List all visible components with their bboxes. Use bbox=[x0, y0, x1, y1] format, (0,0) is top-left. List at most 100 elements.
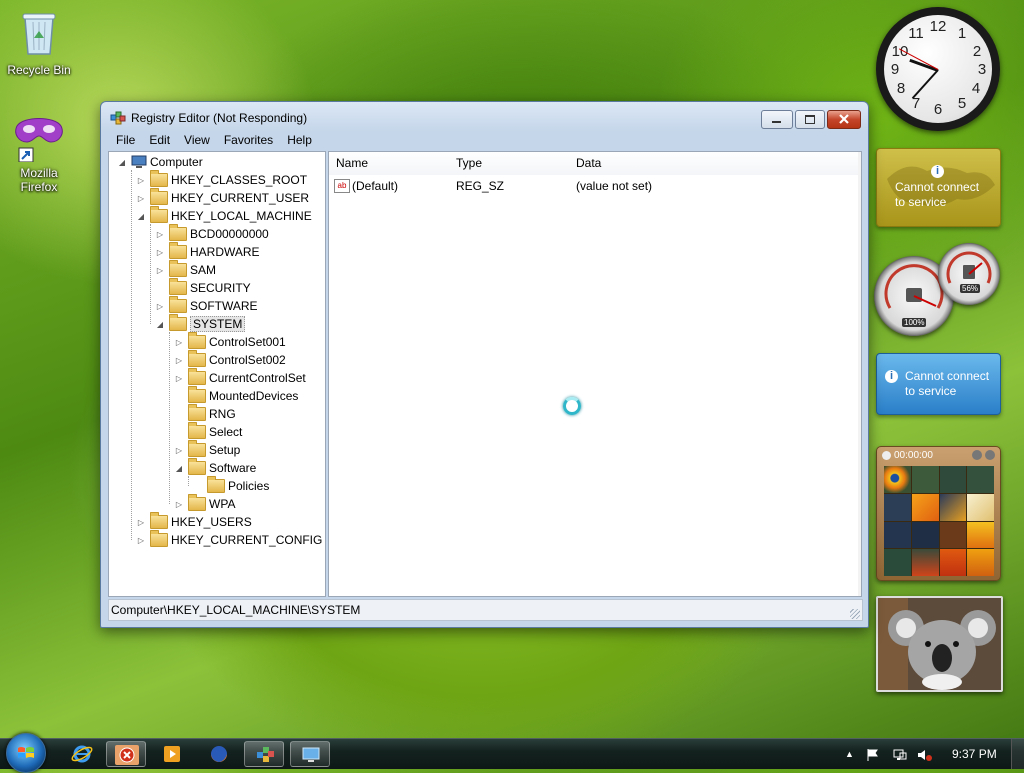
taskbar-registry-editor-button[interactable] bbox=[244, 741, 284, 767]
tree-node-hkey-current-config[interactable]: ▷ HKEY_CURRENT_CONFIG bbox=[136, 530, 322, 549]
column-header-type[interactable]: Type bbox=[449, 152, 570, 175]
puzzle-tile[interactable] bbox=[939, 521, 967, 549]
expander-icon[interactable]: ▷ bbox=[174, 356, 184, 365]
tree-node-bcd[interactable]: ▷ BCD00000000 bbox=[155, 224, 269, 243]
puzzle-tile[interactable] bbox=[939, 493, 967, 521]
show-hidden-icons-button[interactable]: ▲ bbox=[845, 739, 854, 769]
column-header-name[interactable]: Name bbox=[329, 152, 450, 175]
puzzle-tile[interactable] bbox=[967, 493, 994, 521]
clock-number: 1 bbox=[957, 25, 967, 42]
tree-node-hkey-users[interactable]: ▷ HKEY_USERS bbox=[136, 512, 252, 531]
puzzle-tile[interactable] bbox=[911, 521, 939, 549]
puzzle-tile[interactable] bbox=[967, 466, 994, 493]
action-center-flag-icon[interactable] bbox=[866, 739, 880, 769]
feed-headlines-gadget[interactable]: i Cannot connect to service bbox=[876, 148, 1001, 227]
desktop-icon-firefox[interactable]: Mozilla Firefox bbox=[4, 112, 74, 194]
puzzle-tile[interactable] bbox=[884, 466, 911, 493]
tree-node-security[interactable]: SECURITY bbox=[155, 278, 251, 297]
tree-node-wpa[interactable]: ▷ WPA bbox=[174, 494, 235, 513]
puzzle-tile[interactable] bbox=[911, 549, 939, 576]
memory-meter-gadget[interactable]: 56% bbox=[938, 243, 1000, 305]
tree-node-currentcontrolset[interactable]: ▷ CurrentControlSet bbox=[174, 368, 306, 387]
tree-node-controlset001[interactable]: ▷ ControlSet001 bbox=[174, 332, 286, 351]
expander-icon[interactable]: ▷ bbox=[136, 518, 146, 527]
vertical-scrollbar-track[interactable] bbox=[858, 152, 861, 596]
picture-puzzle-gadget[interactable]: 00:00:00 bbox=[876, 446, 1001, 581]
puzzle-tile[interactable] bbox=[939, 549, 967, 576]
show-desktop-button[interactable] bbox=[1011, 739, 1024, 769]
tree-node-hkey-local-machine[interactable]: ◢ HKEY_LOCAL_MACHINE bbox=[136, 206, 312, 225]
tree-node-mounteddevices[interactable]: MountedDevices bbox=[174, 386, 298, 405]
expander-icon[interactable]: ▷ bbox=[136, 176, 146, 185]
shuffle-icon[interactable] bbox=[985, 450, 995, 460]
tree-node-hkey-current-user[interactable]: ▷ HKEY_CURRENT_USER bbox=[136, 188, 309, 207]
maximize-button[interactable] bbox=[795, 110, 825, 129]
tree-node-computer[interactable]: ◢ Computer bbox=[117, 153, 203, 171]
tree-node-software[interactable]: ▷ SOFTWARE bbox=[155, 296, 258, 315]
expander-icon[interactable]: ◢ bbox=[117, 158, 127, 167]
clock-number: 11 bbox=[908, 25, 924, 42]
tree-node-controlset002[interactable]: ▷ ControlSet002 bbox=[174, 350, 286, 369]
network-icon[interactable] bbox=[892, 739, 908, 769]
expander-icon[interactable]: ▷ bbox=[155, 248, 165, 257]
desktop-icon-recycle-bin[interactable]: Recycle Bin bbox=[4, 8, 74, 77]
slideshow-gadget[interactable] bbox=[876, 596, 1003, 692]
expander-icon[interactable]: ◢ bbox=[136, 212, 146, 221]
tree-node-policies[interactable]: Policies bbox=[193, 476, 269, 495]
taskbar-error-app-button[interactable] bbox=[106, 741, 146, 767]
tree-node-select[interactable]: Select bbox=[174, 422, 242, 441]
tree-node-software-sub[interactable]: ◢ Software bbox=[174, 458, 256, 477]
folder-icon bbox=[188, 440, 206, 457]
clock-time[interactable]: 9:37 PM bbox=[952, 739, 997, 769]
menu-view[interactable]: View bbox=[177, 132, 217, 150]
tree-node-setup[interactable]: ▷ Setup bbox=[174, 440, 240, 459]
tree-node-rng[interactable]: RNG bbox=[174, 404, 236, 423]
tree-node-sam[interactable]: ▷ SAM bbox=[155, 260, 216, 279]
expander-icon[interactable]: ▷ bbox=[174, 338, 184, 347]
menu-edit[interactable]: Edit bbox=[142, 132, 177, 150]
minimize-button[interactable] bbox=[761, 110, 793, 129]
weather-gadget[interactable]: i Cannot connect to service bbox=[876, 353, 1001, 415]
taskbar-media-player-button[interactable] bbox=[153, 741, 193, 767]
title-bar[interactable]: Registry Editor (Not Responding) bbox=[101, 102, 868, 130]
volume-muted-icon[interactable] bbox=[917, 739, 933, 769]
tree-node-hardware[interactable]: ▷ HARDWARE bbox=[155, 242, 260, 261]
expander-icon[interactable]: ▷ bbox=[136, 194, 146, 203]
expander-icon[interactable]: ◢ bbox=[174, 464, 184, 473]
puzzle-tile[interactable] bbox=[967, 549, 994, 576]
tree-node-label: RNG bbox=[209, 407, 236, 421]
menu-help[interactable]: Help bbox=[280, 132, 319, 150]
puzzle-tile[interactable] bbox=[939, 466, 967, 493]
taskbar-ie-button[interactable] bbox=[62, 741, 102, 767]
resize-grip-icon[interactable] bbox=[850, 609, 860, 619]
tree-node-hkey-classes-root[interactable]: ▷ HKEY_CLASSES_ROOT bbox=[136, 170, 307, 189]
registry-values-list[interactable]: Name Type Data ab (Default) REG_SZ (valu… bbox=[328, 151, 862, 597]
registry-key-tree[interactable]: ◢ Computer ▷ HKEY_CLASSES_ROOT ▷ HKEY_CU… bbox=[108, 151, 326, 597]
column-header-data[interactable]: Data bbox=[569, 152, 861, 175]
expander-icon[interactable]: ▷ bbox=[174, 446, 184, 455]
puzzle-tile[interactable] bbox=[884, 549, 911, 576]
value-row[interactable]: ab (Default) REG_SZ (value not set) bbox=[334, 177, 854, 195]
puzzle-tile[interactable] bbox=[911, 493, 939, 521]
expander-icon[interactable]: ▷ bbox=[136, 536, 146, 545]
expander-icon[interactable]: ▷ bbox=[155, 302, 165, 311]
expander-icon[interactable]: ◢ bbox=[155, 320, 165, 329]
expander-icon[interactable]: ▷ bbox=[174, 500, 184, 509]
taskbar-firefox-button[interactable] bbox=[199, 741, 239, 767]
registry-editor-window[interactable]: Registry Editor (Not Responding) File Ed… bbox=[100, 101, 869, 628]
close-button[interactable] bbox=[827, 110, 861, 129]
expander-icon[interactable]: ▷ bbox=[174, 374, 184, 383]
help-icon[interactable] bbox=[972, 450, 982, 460]
menu-favorites[interactable]: Favorites bbox=[217, 132, 280, 150]
menu-file[interactable]: File bbox=[109, 132, 142, 150]
clock-gadget[interactable]: 12 1 2 3 4 5 6 7 8 9 10 11 bbox=[876, 7, 1000, 131]
puzzle-tile[interactable] bbox=[884, 493, 911, 521]
tree-node-system[interactable]: ◢ SYSTEM bbox=[155, 314, 246, 333]
expander-icon[interactable]: ▷ bbox=[155, 266, 165, 275]
start-orb[interactable] bbox=[6, 733, 46, 773]
puzzle-tile[interactable] bbox=[884, 521, 911, 549]
puzzle-tile[interactable] bbox=[911, 466, 939, 493]
expander-icon[interactable]: ▷ bbox=[155, 230, 165, 239]
taskbar-remote-desktop-button[interactable] bbox=[290, 741, 330, 767]
puzzle-tile[interactable] bbox=[967, 521, 994, 549]
